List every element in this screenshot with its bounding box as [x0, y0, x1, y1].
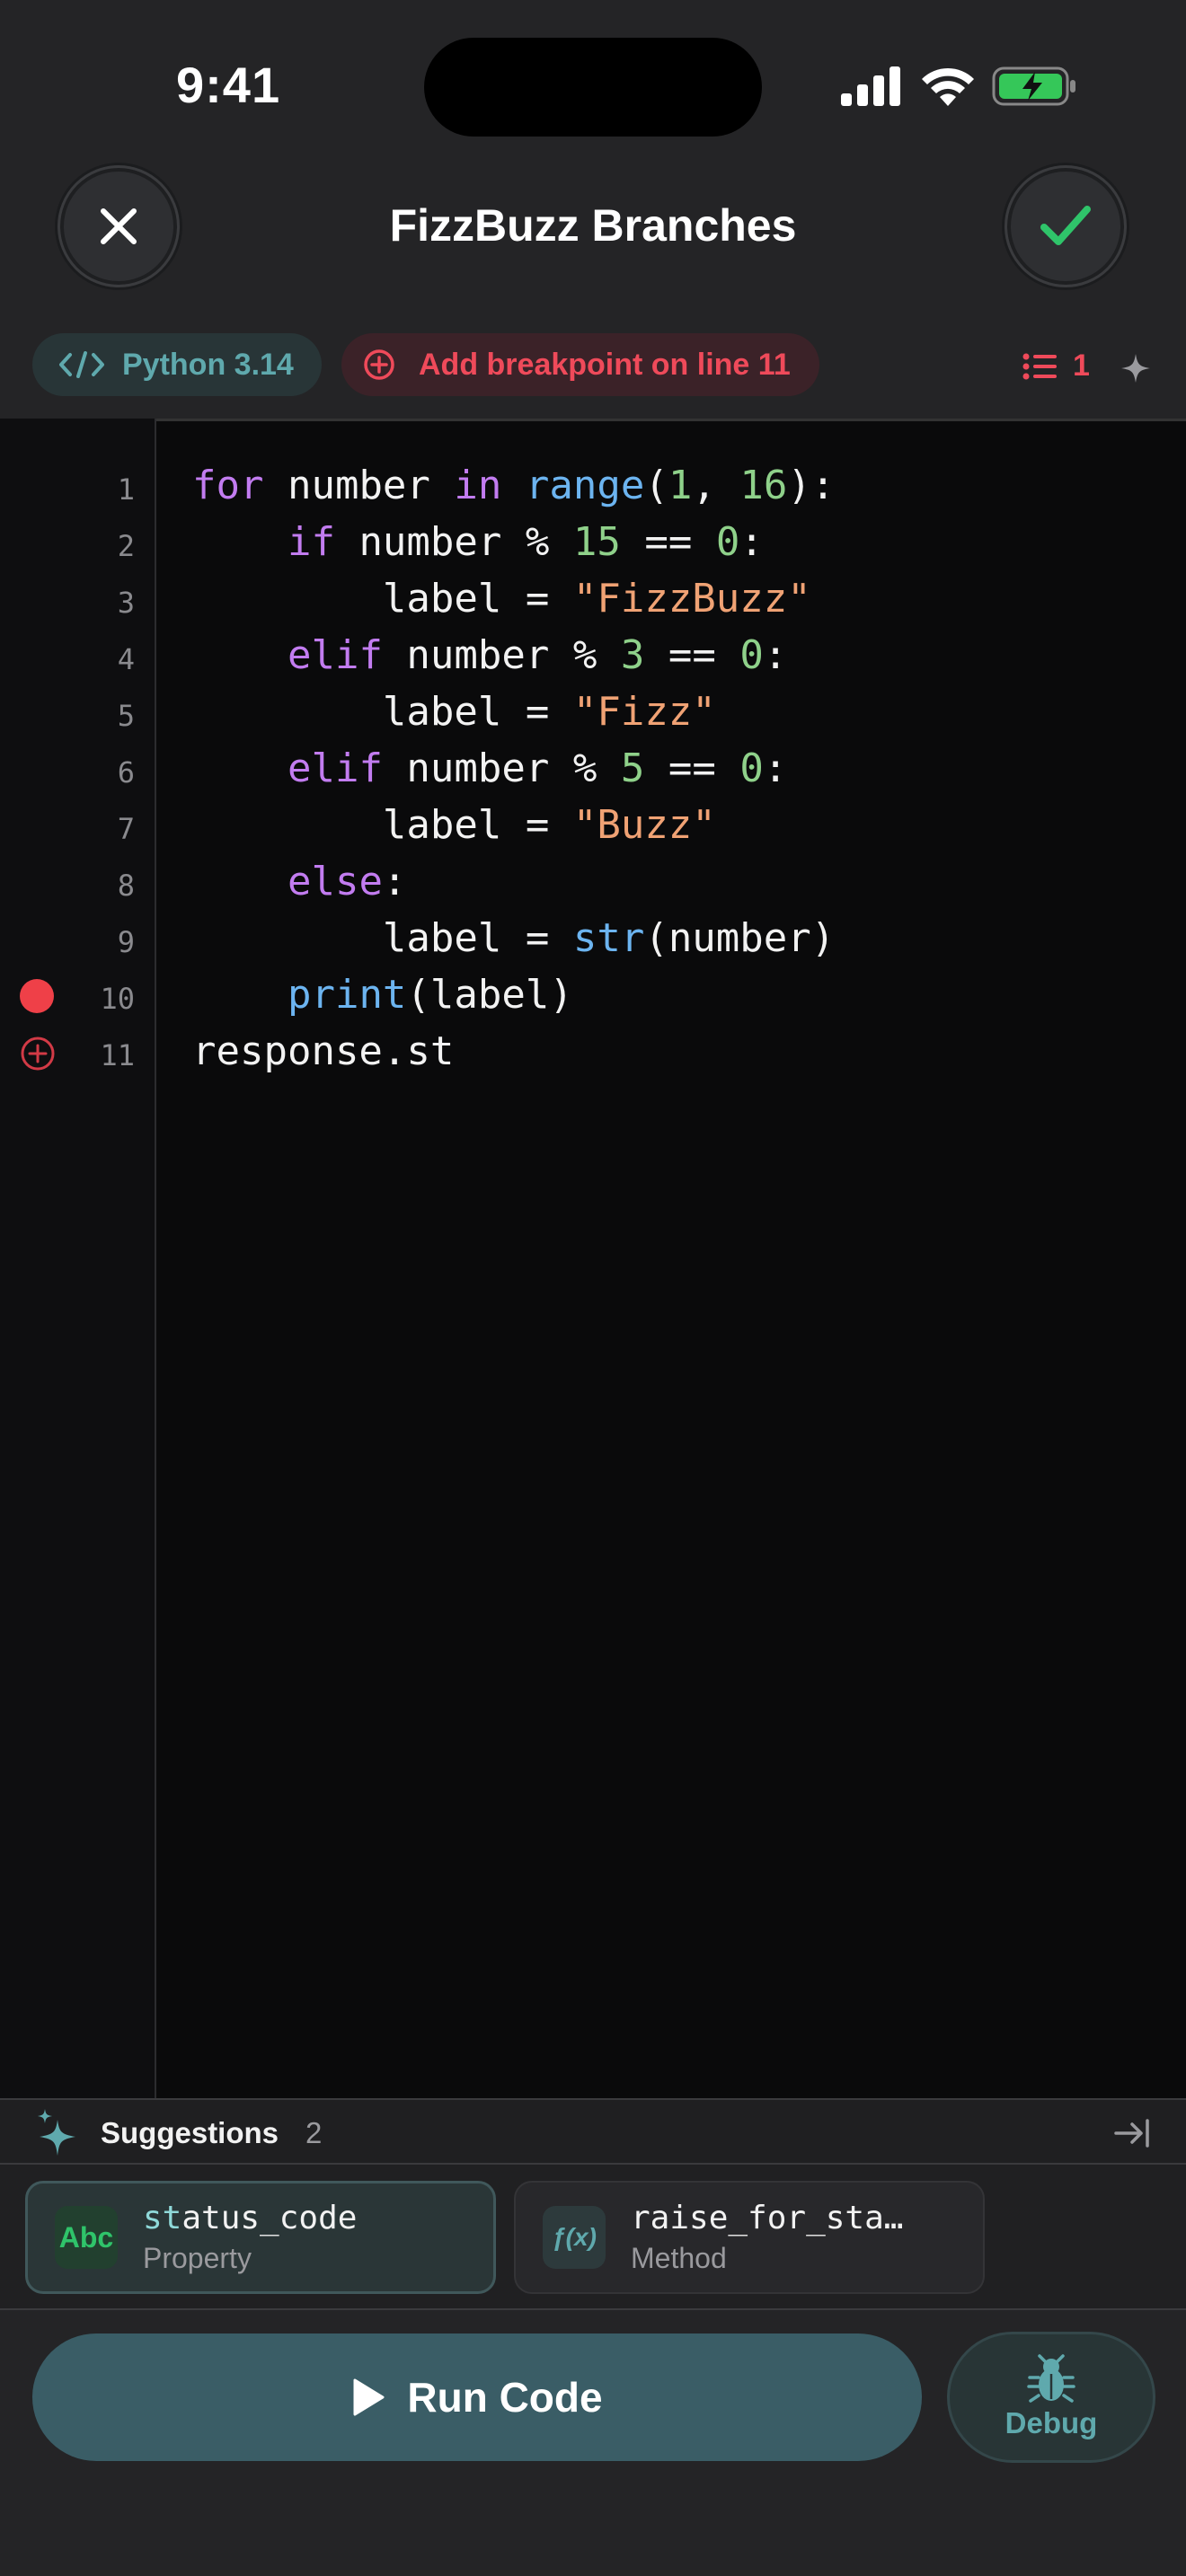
play-icon [351, 2378, 385, 2417]
code-brackets-icon [59, 351, 104, 378]
code-line-2[interactable]: if number % 15 == 0: [192, 519, 764, 565]
code-line-7[interactable]: label = "Buzz" [192, 802, 716, 848]
number-literal: 5 [620, 745, 645, 791]
language-label: Python 3.14 [122, 347, 294, 382]
collapse-to-end-icon[interactable] [1114, 2118, 1150, 2153]
line-number: 4 [117, 642, 135, 676]
line-number: 7 [117, 812, 135, 846]
function: range [525, 463, 645, 508]
suggestion-name: raise_for_sta… [631, 2200, 904, 2236]
run-code-button[interactable]: Run Code [32, 2333, 922, 2461]
bug-icon [1025, 2354, 1077, 2406]
line-number: 3 [117, 586, 135, 620]
add-circle-icon [363, 348, 395, 381]
list-icon [1022, 353, 1057, 380]
suggestion-item[interactable]: Abc status_code Property [25, 2181, 496, 2294]
number-literal: 16 [739, 463, 788, 508]
function: print [287, 972, 407, 1018]
line-number: 1 [117, 472, 135, 507]
keyword: for [192, 463, 264, 508]
number-literal: 0 [739, 745, 764, 791]
suggestion-kind: Method [631, 2242, 727, 2274]
cellular-signal-icon [841, 66, 900, 106]
debug-label: Debug [1005, 2406, 1098, 2439]
sparkles-icon [34, 2107, 81, 2162]
keyword: if [287, 519, 335, 565]
line-number: 8 [117, 869, 135, 903]
code-line-3[interactable]: label = "FizzBuzz" [192, 576, 811, 622]
confirm-button[interactable] [1005, 165, 1127, 287]
add-breakpoint-gutter-icon[interactable] [20, 1036, 56, 1076]
function-badge: ƒ(x) [543, 2206, 606, 2269]
number-literal: 0 [739, 632, 764, 678]
battery-charging-icon [992, 65, 1078, 108]
number-literal: 0 [715, 519, 740, 565]
code-line-4[interactable]: elif number % 3 == 0: [192, 632, 787, 678]
suggestions-header: Suggestions 2 [0, 2098, 1186, 2165]
property-badge: Abc [55, 2206, 118, 2269]
dynamic-island [424, 38, 762, 137]
code-line-6[interactable]: elif number % 5 == 0: [192, 745, 787, 791]
breakpoint-marker[interactable] [20, 979, 54, 1013]
suggestion-kind: Property [143, 2242, 252, 2274]
code-line-10[interactable]: print(label) [192, 972, 573, 1018]
add-breakpoint-button[interactable]: Add breakpoint on line 11 [341, 333, 819, 396]
suggestions-title: Suggestions [101, 2116, 279, 2149]
line-gutter[interactable]: 1 2 3 4 5 6 7 8 9 10 11 [0, 419, 156, 2098]
code-line-9[interactable]: label = str(number) [192, 915, 835, 961]
string-literal: "Buzz" [572, 802, 716, 848]
line-number: 2 [117, 529, 135, 563]
add-breakpoint-label: Add breakpoint on line 11 [419, 347, 791, 382]
breakpoints-list-button[interactable]: 1 [1022, 348, 1090, 384]
sparkle-icon[interactable] [1118, 350, 1154, 391]
code-line-1[interactable]: for number in range(1, 16): [192, 463, 835, 508]
suggestion-name-rest: atus_code [181, 2200, 358, 2236]
language-chip[interactable]: Python 3.14 [32, 333, 322, 396]
wifi-icon [920, 65, 976, 108]
keyword: elif [287, 745, 383, 791]
string-literal: "FizzBuzz" [572, 576, 811, 622]
code-line-8[interactable]: else: [192, 859, 406, 904]
suggestion-name: status_code [143, 2200, 357, 2236]
breakpoint-count: 1 [1073, 348, 1090, 383]
number-literal: 15 [572, 519, 621, 565]
keyword: in [454, 463, 502, 508]
string-literal: "Fizz" [572, 689, 716, 735]
status-time: 9:41 [176, 57, 281, 113]
keyword: else [287, 859, 383, 904]
suggestion-item[interactable]: ƒ(x) raise_for_sta… Method [514, 2181, 985, 2294]
checkmark-icon [1039, 204, 1093, 249]
line-number: 9 [117, 925, 135, 959]
code-line-11[interactable]: response.st [192, 1028, 454, 1074]
matched-text: st [143, 2200, 182, 2236]
number-literal: 1 [668, 463, 693, 508]
function: str [572, 915, 645, 961]
debug-button[interactable]: Debug [947, 2332, 1155, 2463]
run-code-label: Run Code [407, 2374, 603, 2421]
number-literal: 3 [620, 632, 645, 678]
line-number: 5 [117, 699, 135, 733]
line-number: 6 [117, 755, 135, 790]
keyword: elif [287, 632, 383, 678]
code-line-5[interactable]: label = "Fizz" [192, 689, 716, 735]
suggestions-count: 2 [305, 2116, 323, 2149]
